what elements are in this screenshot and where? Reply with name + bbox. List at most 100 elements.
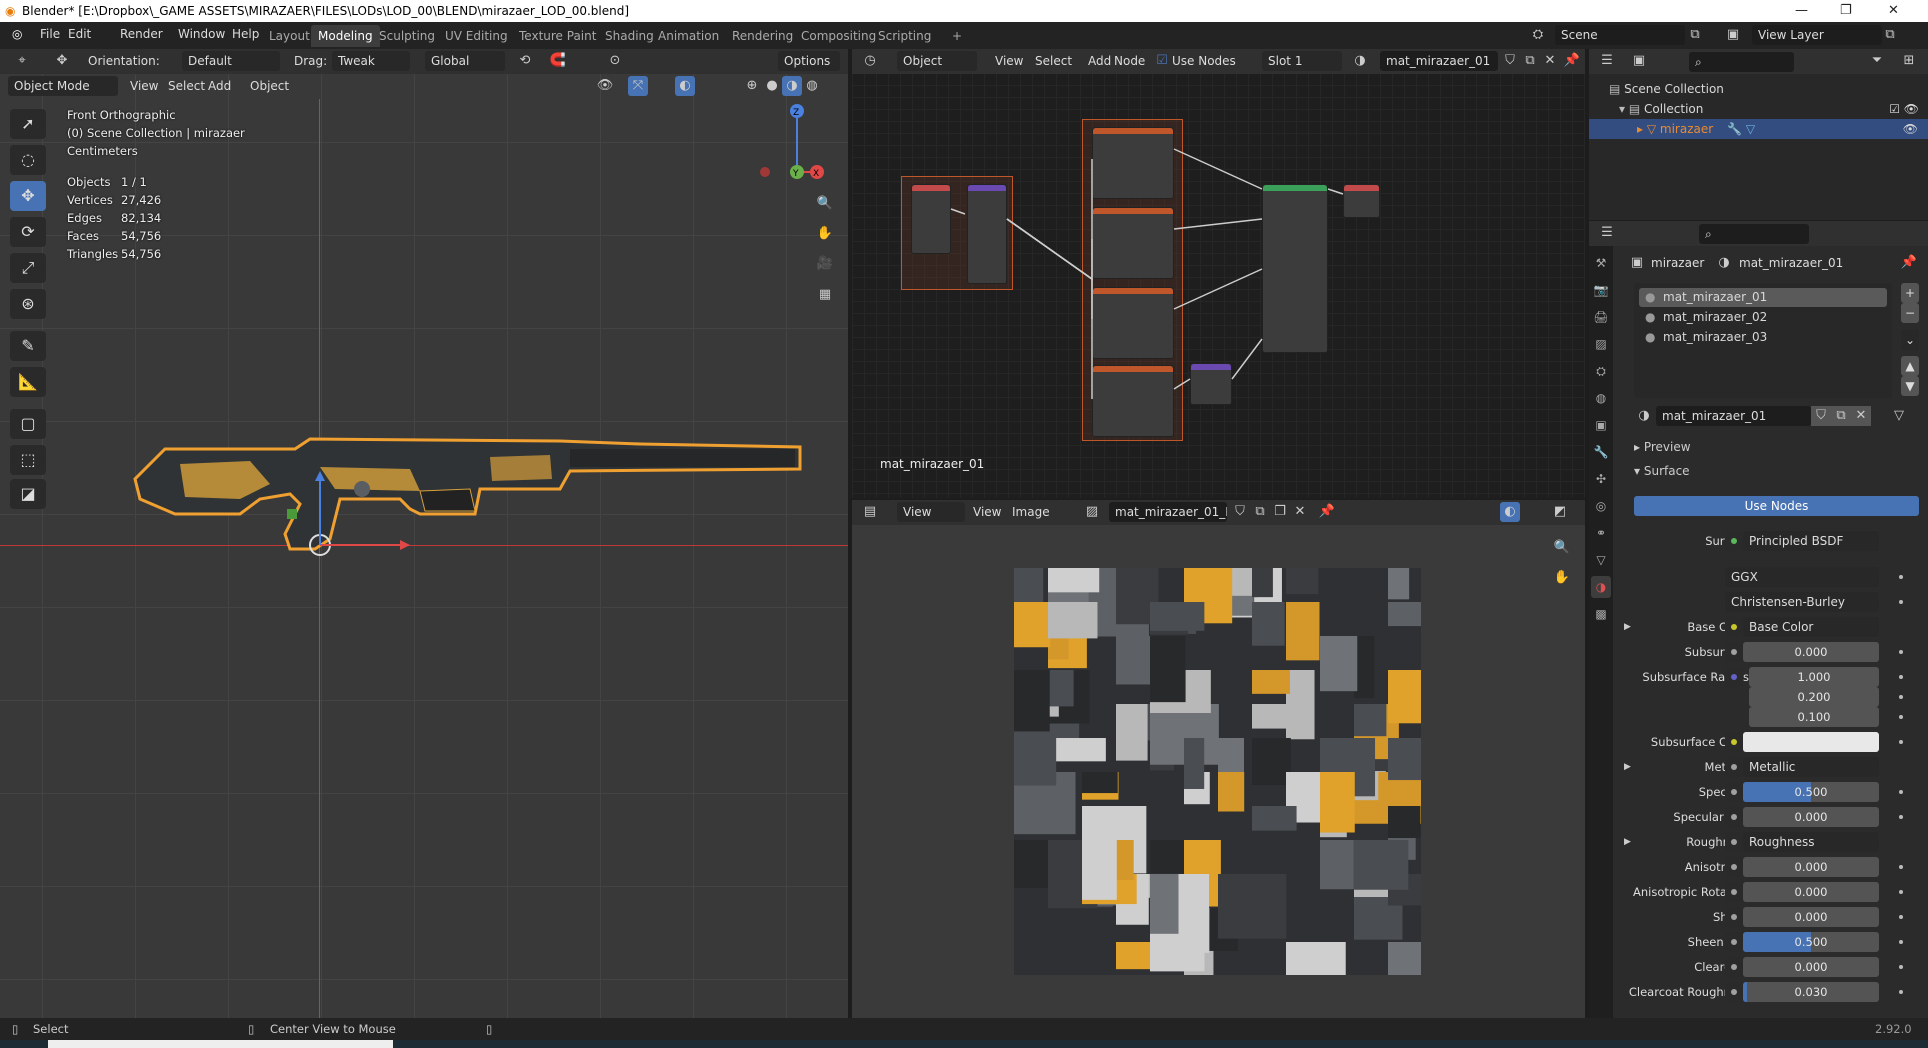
linked-input-principled-bsdf[interactable]: Principled BSDF: [1743, 531, 1879, 551]
material-name-field[interactable]: mat_mirazaer_01: [1656, 406, 1811, 426]
keyframe-dot[interactable]: [1899, 965, 1903, 969]
unlink-image-icon[interactable]: ✕: [1290, 502, 1310, 522]
transform-orientation-dropdown[interactable]: Global: [425, 51, 505, 71]
socket-button[interactable]: [1725, 957, 1743, 977]
pan-hand-icon[interactable]: ✋: [815, 224, 835, 244]
tab-layout[interactable]: Layout: [262, 25, 317, 47]
menu-window[interactable]: Window: [178, 27, 225, 41]
mode-dropdown[interactable]: Object Mode: [8, 76, 118, 96]
scene-selector[interactable]: Scene: [1555, 25, 1685, 45]
duplicate-image-icon[interactable]: ⧉: [1250, 502, 1270, 522]
socket-button[interactable]: [1725, 732, 1743, 752]
tab-particles-icon[interactable]: ✣: [1591, 468, 1611, 490]
rendered-shading-icon[interactable]: ◍: [802, 76, 822, 96]
keyframe-dot[interactable]: [1899, 865, 1903, 869]
duplicate-material-icon[interactable]: ⧉: [1831, 406, 1851, 426]
socket-button[interactable]: [1725, 667, 1743, 687]
properties-editor[interactable]: ☰ ⌕ ⚒ 📷 🖨 ▨ ⛭ ◍ ▣ 🔧 ✣ ◎ ⚭ ▽ ◑ ▩ ▣ mirazaer ◑ mat_mira…: [1589, 221, 1928, 1018]
pan-hand-icon[interactable]: ✋: [1552, 568, 1572, 588]
socket-button[interactable]: [1725, 907, 1743, 927]
image-name-field[interactable]: mat_mirazaer_01_B...: [1109, 502, 1227, 522]
texture-image[interactable]: [1014, 568, 1421, 975]
rotate-tool-icon[interactable]: ⟳: [10, 217, 46, 247]
tab-modeling[interactable]: Modeling: [311, 25, 380, 47]
keyframe-dot[interactable]: [1899, 695, 1903, 699]
tab-material-icon[interactable]: ◑: [1591, 576, 1611, 598]
menu-view[interactable]: View: [973, 502, 1001, 522]
keyframe-dot[interactable]: [1899, 715, 1903, 719]
keyframe-dot[interactable]: [1899, 940, 1903, 944]
editor-type-icon[interactable]: ☰: [1597, 51, 1617, 71]
keyframe-dot[interactable]: [1899, 675, 1903, 679]
editor-type-icon[interactable]: ⌖: [12, 51, 32, 71]
tab-animation[interactable]: Animation: [651, 25, 726, 47]
link-type-icon[interactable]: ▽: [1889, 406, 1909, 426]
measure-tool-icon[interactable]: 📐: [10, 367, 46, 397]
vector-field[interactable]: 1.000: [1749, 667, 1879, 687]
maximize-button[interactable]: ❐: [1840, 0, 1852, 22]
editor-type-icon[interactable]: ▤: [860, 502, 880, 522]
select-tool-icon[interactable]: ➚: [10, 109, 46, 139]
tab-scripting[interactable]: Scripting: [871, 25, 938, 47]
tab-uv-editing[interactable]: UV Editing: [438, 25, 515, 47]
menu-file[interactable]: File: [40, 27, 60, 41]
socket-button[interactable]: [1725, 932, 1743, 952]
keyframe-dot[interactable]: [1899, 575, 1903, 579]
slider-clearcoat-roughne[interactable]: 0.030: [1743, 982, 1879, 1002]
menu-image[interactable]: Image: [1012, 502, 1050, 522]
menu-add[interactable]: Add: [208, 76, 231, 96]
keyframe-dot[interactable]: [1899, 600, 1903, 604]
tab-output-icon[interactable]: 🖨: [1591, 306, 1611, 328]
tab-data-icon[interactable]: ▽: [1591, 549, 1611, 571]
tab-modifiers-icon[interactable]: 🔧: [1591, 441, 1611, 463]
tab-view-layer-icon[interactable]: ▨: [1591, 333, 1611, 355]
blender-menu-icon[interactable]: ◎: [12, 27, 22, 41]
slider-clearcoat[interactable]: 0.000: [1743, 957, 1879, 977]
slider-specular[interactable]: 0.500: [1743, 782, 1879, 802]
dropdown-christensen-burley[interactable]: Christensen-Burley: [1725, 592, 1879, 612]
orientation-dropdown[interactable]: Default: [182, 51, 280, 71]
menu-edit[interactable]: Edit: [68, 27, 91, 41]
preview-panel-header[interactable]: ▸ Preview: [1634, 437, 1691, 457]
add-slot-button[interactable]: +: [1901, 283, 1919, 303]
socket-button[interactable]: [1725, 642, 1743, 662]
socket-button[interactable]: [1725, 757, 1743, 777]
solid-shading-icon[interactable]: ●: [762, 76, 782, 96]
new-image-icon[interactable]: ❐: [1270, 502, 1290, 522]
move-slot-up-button[interactable]: ▲: [1901, 356, 1919, 376]
menu-render[interactable]: Render: [120, 27, 163, 41]
outliner-item-collection[interactable]: ▾ ▤ Collection ☑ 👁: [1619, 99, 1919, 119]
tab-tool-icon[interactable]: ⚒: [1591, 252, 1611, 274]
new-view-layer-icon[interactable]: ⧉: [1880, 25, 1900, 45]
cursor-tool-icon[interactable]: ◌: [10, 145, 46, 175]
tab-physics-icon[interactable]: ◎: [1591, 495, 1611, 517]
material-shading-icon[interactable]: ◑: [782, 76, 802, 96]
socket-button[interactable]: [1725, 857, 1743, 877]
image-editor[interactable]: ▤ View ViewImage ▨ mat_mirazaer_01_B... …: [852, 500, 1585, 1018]
socket-button[interactable]: [1725, 832, 1743, 852]
transform-tool-icon[interactable]: ⊛: [10, 289, 46, 319]
socket-button[interactable]: [1725, 617, 1743, 637]
menu-select[interactable]: Select: [168, 76, 205, 96]
keyframe-dot[interactable]: [1899, 890, 1903, 894]
pin-icon[interactable]: 📌: [1317, 502, 1337, 522]
tab-scene-icon[interactable]: ⛭: [1591, 360, 1611, 382]
material-slot-item[interactable]: ● mat_mirazaer_03: [1639, 328, 1887, 347]
view-layer-selector[interactable]: View Layer: [1752, 25, 1882, 45]
visibility-icon[interactable]: 👁: [595, 76, 615, 96]
transform-gizmo[interactable]: [300, 459, 420, 559]
keyframe-dot[interactable]: [1899, 650, 1903, 654]
outliner[interactable]: ☰ ▣ ⌕ ⏷ ⊞ ▤ Scene Collection ▾ ▤ Collect…: [1589, 49, 1928, 220]
properties-search-input[interactable]: ⌕: [1699, 224, 1809, 244]
navigation-gizmo[interactable]: Z Y X: [760, 99, 840, 179]
surface-panel-header[interactable]: ▾ Surface: [1634, 461, 1690, 481]
tab-rendering[interactable]: Rendering: [725, 25, 800, 47]
menu-object[interactable]: Object: [250, 76, 289, 96]
gizmo-toggle-icon[interactable]: ⤧: [628, 76, 648, 96]
linked-input-base-color[interactable]: Base Color: [1743, 617, 1879, 637]
annotate-tool-icon[interactable]: ✎: [10, 331, 46, 361]
tab-world-icon[interactable]: ◍: [1591, 387, 1611, 409]
gun-model[interactable]: [120, 389, 820, 569]
image-mode-dropdown[interactable]: View: [897, 502, 965, 522]
remove-slot-button[interactable]: −: [1901, 303, 1919, 323]
